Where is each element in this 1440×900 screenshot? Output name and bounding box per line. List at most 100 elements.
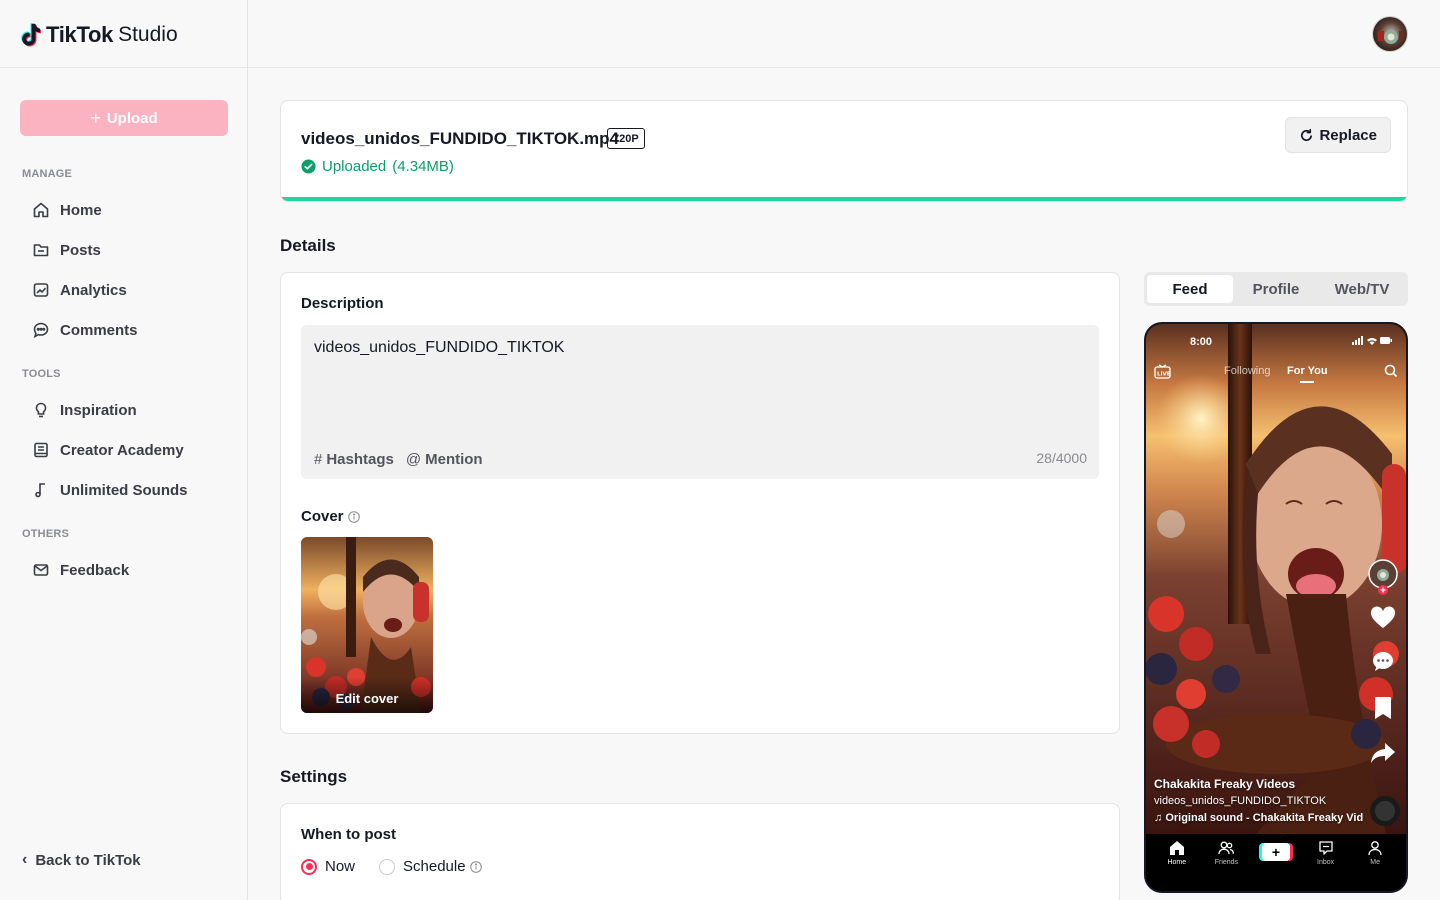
phone-nav-label: Inbox (1317, 859, 1335, 866)
upload-status: Uploaded (4.34MB) (301, 158, 454, 175)
brand-name: TikTok (46, 22, 114, 47)
feed-following-tab[interactable]: Following (1224, 365, 1270, 377)
music-note-icon (35, 483, 45, 498)
hashtags-button[interactable]: # Hashtags (314, 451, 394, 468)
details-heading: Details (280, 236, 336, 255)
description-text[interactable]: videos_unidos_FUNDIDO_TIKTOK (314, 339, 564, 357)
svg-text:LIVE: LIVE (1157, 372, 1171, 378)
bookmark-icon[interactable] (1373, 696, 1393, 720)
preview-tabs: Feed Profile Web/TV (1144, 272, 1408, 306)
sidebar-item-feedback[interactable]: Feedback (20, 552, 228, 588)
description-editor[interactable]: videos_unidos_FUNDIDO_TIKTOK # Hashtags @… (301, 325, 1099, 479)
quality-badge: 720P (607, 128, 645, 149)
tab-feed[interactable]: Feed (1147, 275, 1233, 303)
sidebar-item-label: Feedback (60, 561, 130, 579)
cover-label: Cover (301, 508, 344, 525)
inbox-icon (1318, 841, 1333, 855)
cover-thumbnail[interactable]: Edit cover (301, 537, 433, 713)
at-icon: @ (405, 451, 422, 468)
friends-icon (1218, 841, 1235, 855)
mention-button[interactable]: @ Mention (406, 451, 483, 468)
radio-schedule[interactable]: Schedule (379, 858, 482, 875)
radio-button[interactable] (379, 858, 396, 875)
tiktok-studio-logo[interactable]: TikTok Studio (20, 20, 178, 50)
sidebar-item-inspiration[interactable]: Inspiration (20, 392, 228, 428)
create-plus-icon: + (1261, 843, 1290, 861)
when-to-post-options: Now Schedule (301, 858, 506, 875)
sidebar-item-creator-academy[interactable]: Creator Academy (20, 432, 228, 468)
cover-label-row: Cover (301, 508, 360, 525)
share-icon[interactable] (1370, 742, 1396, 764)
tiktok-logo-icon (21, 23, 41, 47)
sidebar-item-comments[interactable]: Comments (20, 312, 228, 348)
video-description: videos_unidos_FUNDIDO_TIKTOK (1154, 795, 1327, 807)
phone-nav-inbox[interactable]: Inbox (1301, 834, 1351, 891)
char-count: 28/4000 (1036, 450, 1087, 466)
section-label-tools: TOOLS (22, 368, 61, 380)
sidebar-divider (0, 67, 248, 68)
mention-label: Mention (425, 451, 483, 468)
radio-now-label: Now (325, 858, 356, 875)
settings-card: When to post Now Schedule (280, 803, 1120, 900)
sidebar-item-label: Home (60, 201, 102, 219)
when-to-post-label: When to post (301, 826, 396, 843)
home-icon (33, 202, 49, 218)
phone-nav-create[interactable]: + (1251, 834, 1301, 891)
top-header (248, 0, 1440, 68)
sidebar-item-label: Comments (60, 321, 138, 339)
description-tools: # Hashtags @ Mention (314, 451, 483, 468)
info-icon[interactable] (469, 860, 482, 873)
phone-nav-home[interactable]: Home (1152, 834, 1202, 891)
video-sound-row[interactable]: ♫ Original sound - Chakakita Freaky Vid (1154, 810, 1363, 827)
phone-nav-label: Home (1167, 859, 1187, 866)
comment-icon (33, 322, 49, 339)
sidebar-item-home[interactable]: Home (20, 192, 228, 228)
sidebar-item-posts[interactable]: Posts (20, 232, 228, 268)
replace-button[interactable]: Replace (1285, 117, 1391, 153)
heart-icon[interactable] (1370, 606, 1396, 630)
phone-nav-label: Me (1370, 859, 1381, 866)
feed-top-bar: LIVE Following For You (1146, 364, 1406, 384)
upload-button[interactable]: + Upload (20, 100, 228, 136)
hashtag-icon: # (314, 451, 323, 468)
upload-status-text: Uploaded (322, 158, 387, 175)
radio-schedule-label: Schedule (403, 858, 466, 875)
mail-icon (33, 564, 49, 576)
sound-disc-icon[interactable] (1370, 796, 1400, 826)
tab-web-tv[interactable]: Web/TV (1319, 275, 1405, 303)
phone-nav-me[interactable]: Me (1350, 834, 1400, 891)
plus-icon: + (90, 107, 101, 128)
chevron-left-icon: ‹ (22, 851, 28, 868)
sidebar-item-unlimited-sounds[interactable]: Unlimited Sounds (20, 472, 228, 508)
avatar[interactable] (1372, 16, 1408, 52)
brand-product: Studio (118, 23, 178, 46)
info-icon[interactable] (347, 510, 360, 523)
edit-cover-button[interactable]: Edit cover (301, 677, 433, 713)
feed-for-you-tab[interactable]: For You (1287, 365, 1328, 377)
comment-bubble-icon[interactable] (1371, 650, 1395, 674)
live-icon[interactable]: LIVE (1154, 364, 1171, 379)
upload-progress-fill (281, 197, 1407, 201)
phone-preview: 8:00 LIVE Following For You Chakakita Fr… (1144, 322, 1408, 893)
radio-now[interactable]: Now (301, 858, 355, 875)
phone-bottom-nav: Home Friends + Inbox Me (1146, 834, 1406, 891)
status-time: 8:00 (1190, 336, 1213, 348)
section-label-others: OTHERS (22, 528, 70, 540)
video-author[interactable]: Chakakita Freaky Videos (1154, 776, 1354, 793)
search-icon[interactable] (1384, 364, 1398, 378)
sidebar-item-analytics[interactable]: Analytics (20, 272, 228, 308)
active-tab-indicator (1300, 381, 1314, 383)
analytics-icon (33, 283, 49, 297)
avatar-image (1373, 17, 1407, 51)
phone-nav-friends[interactable]: Friends (1202, 834, 1252, 891)
sidebar: TikTok Studio + Upload MANAGE Home Posts… (0, 0, 248, 900)
radio-button-selected[interactable] (301, 858, 317, 875)
back-to-tiktok-link[interactable]: ‹ Back to TikTok (22, 851, 141, 869)
section-label-manage: MANAGE (22, 168, 73, 180)
book-icon (34, 442, 48, 458)
tab-profile[interactable]: Profile (1233, 275, 1319, 303)
video-caption: Chakakita Freaky Videos videos_unidos_FU… (1154, 776, 1363, 827)
creator-avatar-icon[interactable] (1367, 558, 1399, 596)
folder-icon (33, 244, 49, 257)
upload-progress-bar (281, 197, 1407, 201)
